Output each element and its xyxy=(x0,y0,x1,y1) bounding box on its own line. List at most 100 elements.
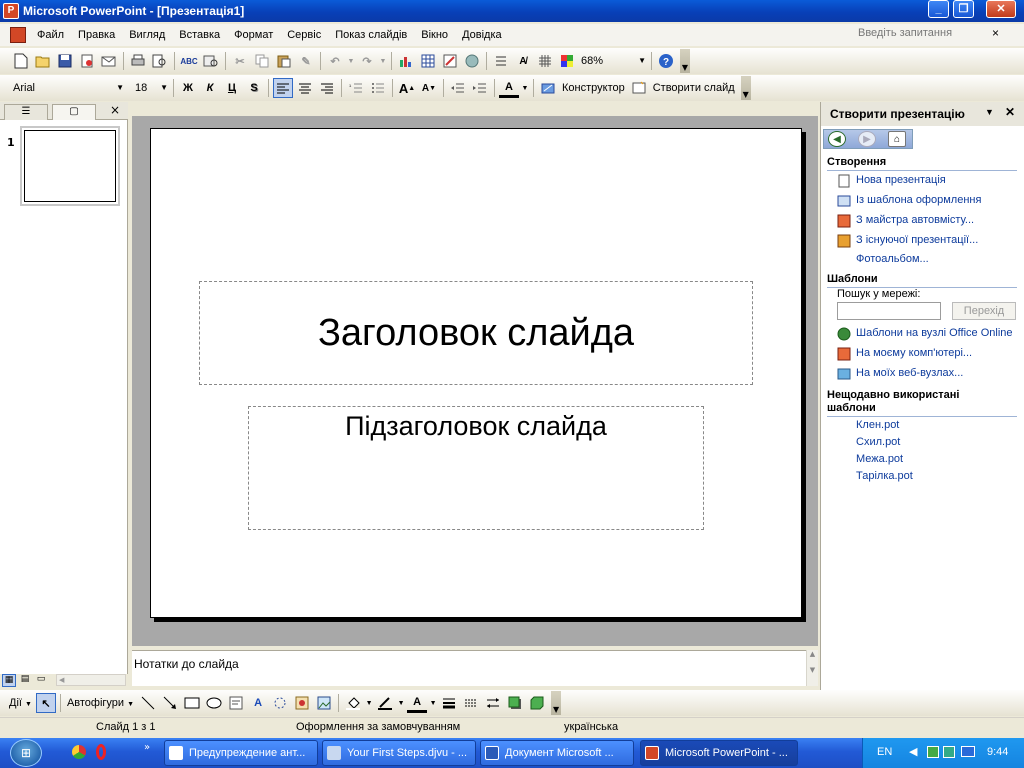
chrome-icon[interactable] xyxy=(72,745,86,759)
fill-color-icon[interactable] xyxy=(343,693,363,713)
start-button[interactable]: ⊞ xyxy=(10,739,42,767)
slide-show-view-icon[interactable]: ▭ xyxy=(34,674,48,687)
italic-button[interactable]: К xyxy=(200,78,220,98)
task-pane-menu-icon[interactable]: ▼ xyxy=(985,107,994,117)
print-preview-icon[interactable] xyxy=(150,51,170,71)
align-right-icon[interactable] xyxy=(317,78,337,98)
insert-table-icon[interactable] xyxy=(418,51,438,71)
underline-button[interactable]: Ц xyxy=(222,78,242,98)
menu-help[interactable]: Довідка xyxy=(455,29,509,41)
templates-office-online-link[interactable]: Шаблони на вузлі Office Online xyxy=(856,327,1013,339)
line-color-icon[interactable] xyxy=(375,693,395,713)
insert-hyperlink-icon[interactable] xyxy=(462,51,482,71)
from-design-template-link[interactable]: Із шаблона оформлення xyxy=(856,194,981,206)
draw-font-color-icon[interactable]: A xyxy=(407,693,428,713)
font-size-combo[interactable]: 18 ▼ xyxy=(132,79,170,97)
show-formatting-icon[interactable]: A̸ xyxy=(513,51,533,71)
permission-icon[interactable] xyxy=(77,51,97,71)
subtitle-placeholder[interactable]: Підзаголовок слайда xyxy=(248,406,704,530)
font-color-dropdown-icon[interactable]: ▼ xyxy=(521,78,529,98)
close-document-button[interactable]: × xyxy=(992,26,999,40)
horizontal-scrollbar[interactable]: ◀ xyxy=(56,674,126,686)
slide[interactable]: Заголовок слайда Підзаголовок слайда xyxy=(150,128,802,618)
show-grid-icon[interactable] xyxy=(535,51,555,71)
cut-icon[interactable]: ✂ xyxy=(230,51,250,71)
designer-button[interactable]: Конструктор xyxy=(559,82,628,94)
menu-slide-show[interactable]: Показ слайдів xyxy=(328,29,414,41)
3d-style-icon[interactable] xyxy=(527,693,547,713)
color-grayscale-icon[interactable] xyxy=(557,51,577,71)
new-presentation-link[interactable]: Нова презентація xyxy=(856,174,946,186)
undo-icon[interactable]: ↶ xyxy=(325,51,345,71)
close-window-button[interactable]: ✕ xyxy=(986,0,1016,18)
decrease-indent-icon[interactable] xyxy=(448,78,468,98)
toolbar-options-chevron[interactable]: ▼ xyxy=(680,49,690,73)
bold-button[interactable]: Ж xyxy=(178,78,198,98)
home-icon[interactable]: ⌂ xyxy=(888,131,906,147)
title-placeholder[interactable]: Заголовок слайда xyxy=(199,281,753,385)
toolbar-options-chevron[interactable]: ▼ xyxy=(551,691,562,715)
tray-sync-icon[interactable] xyxy=(943,746,955,758)
language-indicator[interactable]: EN xyxy=(877,746,892,758)
notes-scrollbar[interactable]: ▲ ▼ xyxy=(806,650,818,686)
copy-icon[interactable] xyxy=(252,51,272,71)
document-icon[interactable] xyxy=(10,27,26,43)
email-icon[interactable] xyxy=(99,51,119,71)
back-icon[interactable]: ◀ xyxy=(828,131,846,147)
go-button[interactable]: Перехід xyxy=(952,302,1016,320)
slide-sorter-view-icon[interactable]: ▤ xyxy=(18,674,32,687)
oval-icon[interactable] xyxy=(204,693,224,713)
recent-template-link[interactable]: Межа.pot xyxy=(856,453,903,465)
taskbar-item-active[interactable]: Microsoft PowerPoint - ... xyxy=(640,740,798,766)
help-icon[interactable]: ? xyxy=(656,51,676,71)
close-panel-button[interactable]: × xyxy=(110,103,120,117)
menu-window[interactable]: Вікно xyxy=(414,29,455,41)
opera-icon[interactable] xyxy=(96,744,106,760)
on-my-computer-link[interactable]: На моєму комп'ютері... xyxy=(856,347,972,359)
new-slide-button[interactable]: Створити слайд xyxy=(650,82,738,94)
network-icon[interactable] xyxy=(961,746,975,757)
arrow-icon[interactable] xyxy=(160,693,180,713)
taskbar-item[interactable]: Предупреждение ант... xyxy=(164,740,318,766)
taskbar-item[interactable]: Документ Microsoft ... xyxy=(480,740,634,766)
normal-view-icon[interactable]: ▦ xyxy=(2,674,16,687)
text-box-icon[interactable] xyxy=(226,693,246,713)
format-painter-icon[interactable]: ✎ xyxy=(296,51,316,71)
wordart-icon[interactable]: A xyxy=(248,693,268,713)
insert-picture-icon[interactable] xyxy=(314,693,334,713)
zoom-combo[interactable]: 68% ▼ xyxy=(578,52,648,70)
print-icon[interactable] xyxy=(128,51,148,71)
slides-tab[interactable]: ▢ xyxy=(52,104,96,120)
menu-tools[interactable]: Сервіс xyxy=(280,29,328,41)
slide-thumbnail[interactable] xyxy=(20,126,120,206)
save-icon[interactable] xyxy=(55,51,75,71)
spelling-icon[interactable]: ABC xyxy=(179,51,199,71)
redo-dropdown-icon[interactable]: ▼ xyxy=(379,51,387,71)
from-existing-presentation-link[interactable]: З існуючої презентації... xyxy=(856,234,978,246)
shadow-style-icon[interactable] xyxy=(505,693,525,713)
recent-template-link[interactable]: Клен.pot xyxy=(856,419,899,431)
minimize-button[interactable]: _ xyxy=(928,0,949,18)
recent-template-link[interactable]: Тарілка.pot xyxy=(856,470,913,482)
line-icon[interactable] xyxy=(138,693,158,713)
photo-album-link[interactable]: Фотоальбом... xyxy=(856,253,929,265)
powerpoint-app-icon[interactable]: P xyxy=(3,3,19,19)
font-color-icon[interactable]: A xyxy=(499,78,519,98)
numbering-icon[interactable]: 1 xyxy=(346,78,366,98)
increase-font-size-icon[interactable]: A ▲ xyxy=(397,78,417,98)
tables-borders-icon[interactable] xyxy=(440,51,460,71)
clock[interactable]: 9:44 xyxy=(987,746,1008,758)
select-objects-icon[interactable]: ↖ xyxy=(35,693,56,713)
restore-button[interactable]: ❐ xyxy=(953,0,974,18)
designer-icon[interactable] xyxy=(538,78,558,98)
paste-icon[interactable] xyxy=(274,51,294,71)
increase-indent-icon[interactable] xyxy=(470,78,490,98)
insert-chart-icon[interactable] xyxy=(396,51,416,71)
draw-font-color-dropdown-icon[interactable]: ▼ xyxy=(429,693,437,713)
expand-all-icon[interactable] xyxy=(491,51,511,71)
redo-icon[interactable]: ↷ xyxy=(357,51,377,71)
forward-icon[interactable]: ▶ xyxy=(858,131,876,147)
help-question-box[interactable]: Введіть запитання xyxy=(858,27,952,39)
bullets-icon[interactable] xyxy=(368,78,388,98)
autocontent-wizard-link[interactable]: З майстра автовмісту... xyxy=(856,214,974,226)
